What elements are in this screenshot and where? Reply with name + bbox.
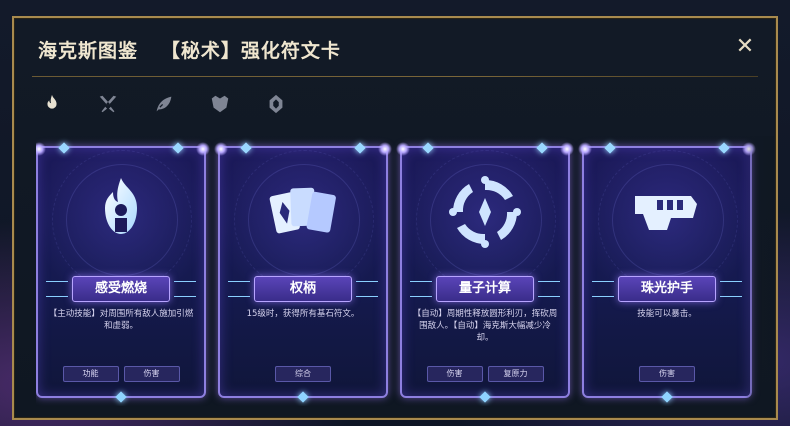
name-wing	[228, 281, 250, 297]
name-wing	[720, 281, 742, 297]
name-wing	[46, 281, 68, 297]
tag-list: 伤害	[584, 366, 750, 382]
shield-crest-icon	[211, 95, 229, 113]
card-name: 感受燃烧	[72, 276, 170, 302]
top-gem	[240, 142, 252, 154]
scroll-fade	[744, 136, 774, 406]
bottom-gem	[479, 391, 491, 403]
card-name: 珠光护手	[618, 276, 716, 302]
bottom-gem	[661, 391, 673, 403]
augment-card[interactable]: 感受燃烧 【主动技能】对周围所有敌人施加引燃和虚弱。 功能 伤害	[36, 142, 210, 403]
tab-blades[interactable]	[90, 88, 126, 120]
top-gem	[422, 142, 434, 154]
crossed-blades-icon	[99, 95, 117, 113]
bottom-gem	[115, 391, 127, 403]
card-description: 15级时，获得所有基石符文。	[246, 309, 360, 319]
card-description: 【主动技能】对周围所有敌人施加引燃和虚弱。	[48, 309, 194, 331]
corner-gem	[560, 142, 574, 156]
tag: 综合	[275, 366, 331, 382]
bottom-gem	[297, 391, 309, 403]
name-wing	[592, 281, 614, 297]
top-gem	[604, 142, 616, 154]
corner-gem	[36, 142, 46, 156]
card-description: 【自动】周期性释放圆形利刃，挥砍周围敌人。【自动】海克斯大幅减少冷却。	[412, 309, 558, 343]
tag: 功能	[62, 366, 119, 382]
name-wing	[356, 281, 378, 297]
corner-gem	[378, 142, 392, 156]
codex-panel: 海克斯图鉴 【秘术】强化符文卡 ✕ 感受燃烧 【主动技能】对周围所有敌人施加引燃…	[12, 16, 778, 420]
tab-shield[interactable]	[202, 88, 238, 120]
close-icon: ✕	[735, 34, 755, 59]
top-gem	[718, 142, 730, 154]
leaf-icon	[156, 96, 172, 112]
tab-leaf[interactable]	[146, 88, 182, 120]
corner-gem	[578, 142, 592, 156]
card-name: 权柄	[254, 276, 352, 302]
corner-gem	[396, 142, 410, 156]
close-button[interactable]: ✕	[732, 34, 758, 60]
flame-icon	[47, 94, 57, 109]
tag-list: 功能 伤害	[38, 366, 204, 382]
tag: 伤害	[123, 366, 180, 382]
top-gem	[58, 142, 70, 154]
top-gem	[536, 142, 548, 154]
tag: 伤害	[426, 366, 483, 382]
rune-cards-icon	[269, 187, 336, 234]
card-list: 感受燃烧 【主动技能】对周围所有敌人施加引燃和虚弱。 功能 伤害 权柄 15级时…	[36, 136, 774, 406]
augment-card[interactable]: 珠光护手 技能可以暴击。 伤害	[578, 142, 756, 403]
tag-list: 综合	[220, 366, 386, 382]
hex-rune-icon	[269, 94, 283, 114]
card-description: 技能可以暴击。	[637, 309, 697, 319]
name-wing	[538, 281, 560, 297]
corner-gem	[196, 142, 210, 156]
augment-card[interactable]: 量子计算 【自动】周期性释放圆形利刃，挥砍周围敌人。【自动】海克斯大幅减少冷却。…	[396, 142, 574, 403]
card-name: 量子计算	[436, 276, 534, 302]
corner-gem	[214, 142, 228, 156]
tag: 复原力	[487, 366, 544, 382]
tag-list: 伤害 复原力	[402, 366, 568, 382]
category-tabs	[34, 88, 314, 120]
page-title: 海克斯图鉴 【秘术】强化符文卡	[38, 40, 341, 62]
tag: 伤害	[639, 366, 695, 382]
tab-flame[interactable]	[34, 88, 70, 120]
tab-hex[interactable]	[258, 88, 294, 120]
top-gem	[354, 142, 366, 154]
title-divider	[32, 76, 758, 77]
augment-card[interactable]: 权柄 15级时，获得所有基石符文。 综合	[214, 142, 392, 403]
burning-figure-icon	[105, 178, 137, 234]
quantum-ring-icon	[449, 176, 521, 248]
name-wing	[174, 281, 196, 297]
top-gem	[172, 142, 184, 154]
gauntlet-icon	[635, 196, 697, 230]
name-wing	[410, 281, 432, 297]
